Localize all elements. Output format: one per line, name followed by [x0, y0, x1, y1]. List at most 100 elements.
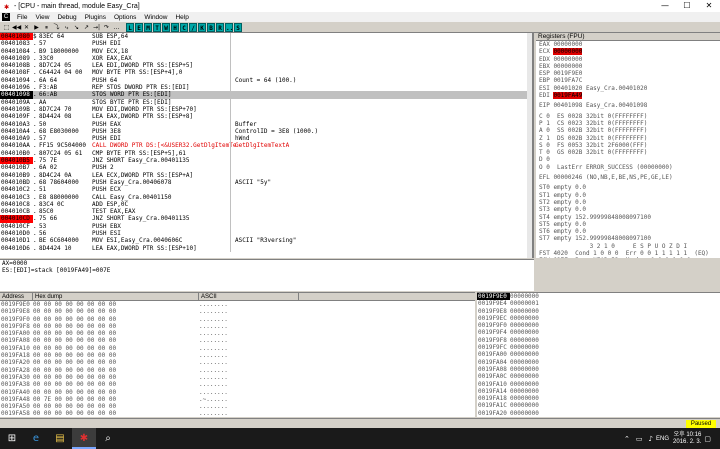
menu-help[interactable]: Help [171, 14, 192, 21]
register-row[interactable]: ST1 empty 0.0 [536, 192, 720, 199]
disasm-row[interactable]: 004010B0. 807C24 05 61 CMP BYTE PTR SS:[ES… [0, 149, 532, 158]
disasm-row[interactable]: 004010C2. 51 PUSH ECX [0, 186, 532, 194]
cpu-window-icon[interactable]: C [2, 13, 10, 21]
register-row[interactable]: ST4 empty 152.99999848008097100 [536, 214, 720, 221]
registers-header[interactable]: Registers (FPU) [536, 33, 720, 41]
references-button[interactable]: R [216, 22, 224, 32]
hex-dump-pane[interactable]: Address Hex dump ASCII 0019F9E0 00 00 00 … [0, 292, 475, 417]
disasm-row[interactable]: 00401096. F3:AB REP STOS DWORD PTR ES:[EDI… [0, 84, 532, 92]
ollydbg-taskbar-icon[interactable]: ✱ [72, 428, 96, 449]
register-row[interactable]: ST0 empty 0.0 [536, 184, 720, 191]
dump-row[interactable]: 0019FA10 00 00 00 00 00 00 00 00........ [0, 345, 475, 352]
dump-row[interactable]: 0019F9E8 00 00 00 00 00 00 00 00........ [0, 308, 475, 315]
stack-row[interactable]: 0019F9F4 00000000 [477, 329, 720, 336]
disasm-scrollbar[interactable] [527, 33, 532, 258]
dump-row[interactable]: 0019FA40 00 00 00 00 00 00 00 00........ [0, 389, 475, 396]
dump-row[interactable]: 0019FA00 00 00 00 00 00 00 00 00........ [0, 330, 475, 337]
stack-row[interactable]: 0019FA14 00000000 [477, 388, 720, 395]
step-over-icon[interactable]: ⤷ [62, 23, 71, 32]
breakpoints-button[interactable]: B [207, 22, 215, 32]
register-row[interactable]: ESI 00401020 Easy_Cra.00401020 [536, 85, 720, 92]
disasm-row[interactable]: 004010CB. 85C0 TEST EAX,EAX [0, 208, 532, 216]
registers-pane[interactable]: Registers (FPU) EAX 00000000 ECX 00000000… [536, 33, 720, 258]
source-button[interactable]: S [234, 22, 242, 32]
cpu-button[interactable]: C [180, 22, 188, 32]
threads-button[interactable]: T [153, 22, 161, 32]
more-icon[interactable]: … [112, 23, 121, 32]
disasm-row[interactable]: 0040109A. AA STOS BYTE PTR ES:[EDI] [0, 98, 532, 106]
clock[interactable]: 오후 10:16 2016. 2. 3. [673, 432, 701, 446]
run-trace-button[interactable]: ... [225, 22, 237, 32]
dump-row[interactable]: 0019FA08 00 00 00 00 00 00 00 00........ [0, 337, 475, 344]
menu-plugins[interactable]: Plugins [81, 14, 110, 21]
register-row[interactable]: ST6 empty 0.0 [536, 228, 720, 235]
stack-row[interactable]: 0019FA08 00000000 [477, 366, 720, 373]
disasm-row[interactable]: 00401083. 57 PUSH EDI [0, 40, 532, 48]
register-row[interactable]: P 1 CS 0023 32bit 0(FFFFFFFF) [536, 120, 720, 127]
disasm-row[interactable]: 004010B5. 75 7E JNZ SHORT Easy_Cra.0040113… [0, 157, 532, 165]
memory-map-button[interactable]: M [144, 22, 152, 32]
disasm-row[interactable]: 00401080 $83EC 64 SUB ESP,64 [0, 33, 532, 41]
step-into-icon[interactable]: ⤵ [52, 23, 61, 32]
execute-till-return-icon[interactable]: →| [92, 23, 101, 32]
register-row[interactable]: EIP 00401098 Easy_Cra.00401098 [536, 102, 720, 109]
register-row[interactable]: S 0 FS 0053 32bit 2F6000(FFF) [536, 142, 720, 149]
windows-button[interactable]: W [162, 22, 170, 32]
minimize-button[interactable]: — [654, 0, 676, 12]
stack-row[interactable]: 0019F9FC 00000000 [477, 344, 720, 351]
disasm-row[interactable]: 004010D6. 8D4424 10 LEA EAX,DWORD PTR SS:[… [0, 244, 532, 252]
disasm-row[interactable]: 004010CD. 75 66 JNZ SHORT Easy_Cra.0040113… [0, 215, 532, 223]
register-row[interactable]: 3 2 1 0 E S P U O Z D I [536, 243, 720, 250]
stack-row[interactable]: 0019F9E8 00000000 [477, 308, 720, 315]
file-explorer-icon[interactable]: ▤ [48, 428, 72, 449]
stack-row[interactable]: 0019FA04 00000000 [477, 359, 720, 366]
register-row[interactable]: EBP 0019FA7C [536, 77, 720, 84]
disasm-row[interactable]: 004010AA. FF15 9C504000 CALL DWORD PTR DS:… [0, 142, 532, 150]
stack-row[interactable]: 0019FA18 00000000 [477, 395, 720, 402]
patches-button[interactable]: / [189, 22, 197, 32]
trace-over-icon[interactable]: ↗ [82, 23, 91, 32]
dump-row[interactable]: 0019FA20 00 00 00 00 00 00 00 00........ [0, 359, 475, 366]
open-icon[interactable]: ⬚ [2, 23, 11, 32]
register-row[interactable]: Z 1 DS 002B 32bit 0(FFFFFFFF) [536, 135, 720, 142]
disasm-row[interactable]: 0040109B. 8D7C24 70 MOV EDI,DWORD PTR SS:[… [0, 105, 532, 114]
register-row[interactable]: EDI 0019FA49 [536, 92, 720, 100]
disasm-row[interactable]: 004010A9. 57 PUSH EDI hWnd [0, 135, 532, 143]
disasm-row[interactable]: 00401098. 66:AB STOS WORD PTR ES:[EDI] [0, 91, 532, 99]
dump-header-hex[interactable]: Hex dump [33, 293, 199, 300]
disasm-row[interactable]: 004010A4. 68 E8030000 PUSH 3E8 ControlID = … [0, 127, 532, 136]
executable-modules-button[interactable]: E [135, 22, 143, 32]
disassembly-pane[interactable]: 00401080 $83EC 64 SUB ESP,64 00401083. 57 PUS… [0, 33, 534, 258]
disasm-row[interactable]: 004010C8. 83C4 0C ADD ESP,0C [0, 200, 532, 209]
register-row[interactable]: EFL 00000246 (NO,NB,E,BE,NS,PE,GE,LE) [536, 174, 720, 181]
stack-row[interactable]: 0019FA0C 00000000 [477, 373, 720, 380]
menu-file[interactable]: File [13, 14, 31, 21]
volume-icon[interactable]: ♪ [649, 435, 653, 443]
dump-row[interactable]: 0019F9F0 00 00 00 00 00 00 00 00........ [0, 316, 475, 323]
language-indicator[interactable]: ENG [656, 436, 669, 442]
dump-row[interactable]: 0019FA30 00 00 00 00 00 00 00 00........ [0, 374, 475, 381]
register-row[interactable]: ST5 empty 0.0 [536, 221, 720, 228]
register-row[interactable]: FST 4020 Cond 1 0 0 0 Err 0 0 1 1 1 1 1 … [536, 250, 720, 257]
register-row[interactable]: ST2 empty 0.0 [536, 199, 720, 206]
ollydbg-app-icon[interactable]: ✱ [2, 2, 11, 11]
stack-row[interactable]: 0019F9F8 00000000 [477, 337, 720, 344]
notifications-icon[interactable]: ▢ [704, 435, 711, 443]
disasm-row[interactable]: 004010BD. 68 78604000 PUSH Easy_Cra.004060… [0, 178, 532, 187]
menu-window[interactable]: Window [140, 14, 171, 21]
dump-row[interactable]: 0019FA48 00 7E 00 00 00 00 00 00 .~...... [0, 396, 475, 403]
dump-header-address[interactable]: Address [0, 293, 33, 300]
dump-row[interactable]: 0019FA28 00 00 00 00 00 00 00 00........ [0, 367, 475, 374]
restart-icon[interactable]: ◀◀ [12, 23, 21, 32]
dump-row[interactable]: 0019F9E0 00 00 00 00 00 00 00 00........ [0, 301, 475, 308]
disasm-row[interactable]: 004010B7. 6A 02 PUSH 2 [0, 164, 532, 172]
pause-icon[interactable]: ⏸ [42, 23, 51, 32]
disasm-row[interactable]: 004010B9. 8D4C24 0A LEA ECX,DWORD PTR SS:[… [0, 171, 532, 179]
search-icon[interactable]: ⌕ [96, 428, 120, 449]
disasm-row[interactable]: 004010D1. BE 6C604000 MOV ESI,Easy_Cra.004… [0, 237, 532, 245]
register-row[interactable]: A 0 SS 002B 32bit 0(FFFFFFFF) [536, 127, 720, 134]
register-row[interactable]: FCW 027F Prec NEAR,53 Mask 1 1 1 1 1 1 [536, 257, 720, 258]
stack-row[interactable]: 0019FA00 00000000 [477, 351, 720, 358]
run-icon[interactable]: ▶ [32, 23, 41, 32]
edge-browser-icon[interactable]: e [24, 428, 48, 449]
